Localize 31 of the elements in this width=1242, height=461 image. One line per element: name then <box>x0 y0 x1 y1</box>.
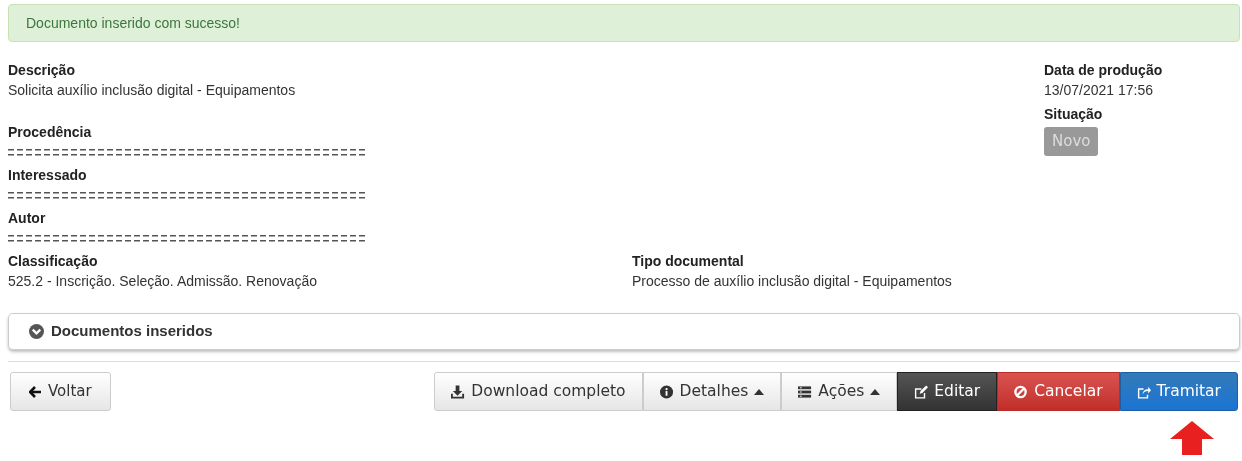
field-label: Descrição <box>8 61 76 80</box>
edit-icon <box>914 384 929 399</box>
field-value: 525.2 - Inscrição. Seleção. Admissão. Renovação <box>8 272 318 291</box>
info-icon <box>659 384 674 399</box>
field-label: Autor <box>8 209 47 228</box>
action-button[interactable]: Cancelar <box>997 372 1120 411</box>
field-label: Classificação <box>8 252 99 271</box>
action-button[interactable]: Ações <box>781 372 898 411</box>
field-value: Solicita auxílio inclusão digital - Equipamentos <box>8 81 297 100</box>
field-value: Processo de auxílio inclusão digital - Equipamentos <box>632 272 953 291</box>
ban-icon <box>1014 384 1029 399</box>
arrow-icon <box>1170 421 1214 455</box>
download-icon <box>451 384 466 399</box>
chevron-down-icon[interactable] <box>29 324 44 339</box>
field-label: Procedência <box>8 123 93 142</box>
status-badge: Novo <box>1044 127 1099 156</box>
arrow-left-icon <box>29 385 42 398</box>
list-icon <box>798 384 813 399</box>
panel-title[interactable]: Documentos inseridos <box>51 320 213 343</box>
action-button[interactable]: Tramitar <box>1119 372 1238 411</box>
share-icon <box>1136 384 1151 399</box>
success-alert: Documento inserido com sucesso! <box>8 4 1240 42</box>
field-value: 13/07/2021 17:56 <box>1044 81 1154 100</box>
action-button[interactable]: Detalhes <box>642 372 782 411</box>
field-label: Interessado <box>8 166 88 185</box>
field-label: Situação <box>1044 105 1104 124</box>
action-button[interactable]: Download completo <box>434 372 643 411</box>
field-label: Tipo documental <box>632 252 745 271</box>
action-button[interactable]: Editar <box>897 372 998 411</box>
field-label: Data de produção <box>1044 61 1164 80</box>
back-button[interactable]: Voltar <box>10 372 111 411</box>
